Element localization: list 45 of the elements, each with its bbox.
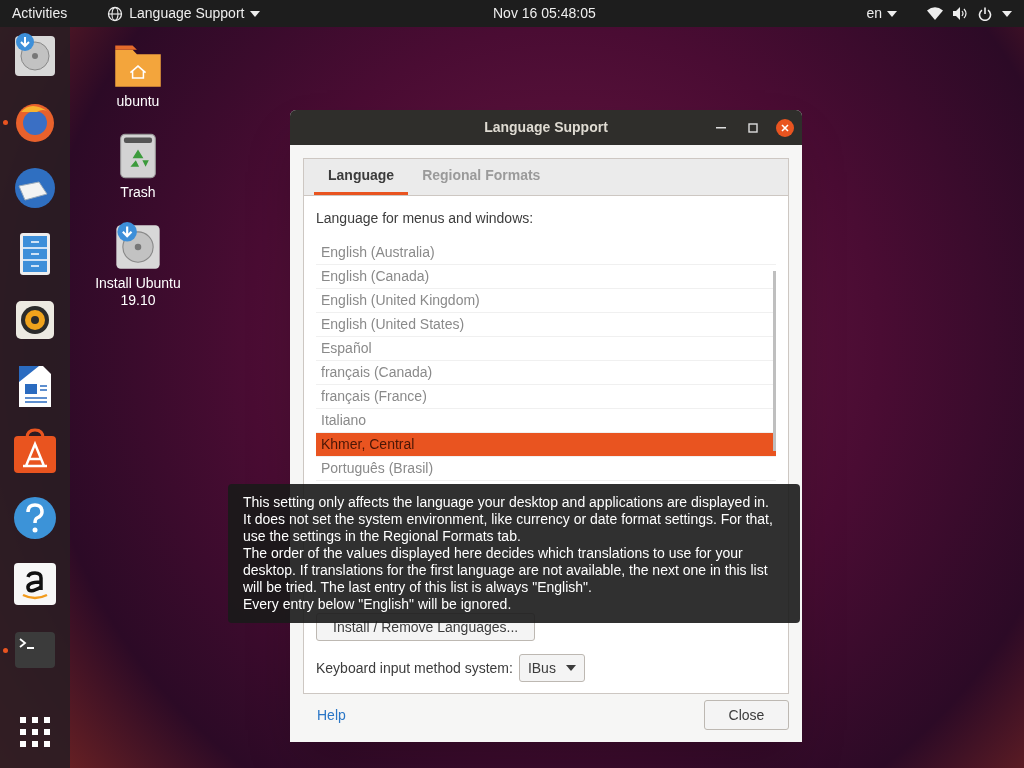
input-language-menu[interactable]: en	[866, 3, 897, 24]
activities-button[interactable]: Activities	[12, 3, 68, 24]
input-method-dropdown[interactable]: IBus	[518, 654, 585, 682]
close-window-button[interactable]	[776, 118, 794, 137]
language-item[interactable]: Español	[316, 337, 776, 361]
tooltip-text: This setting only affects the language your desktop and applications are displayed in. It does not set the system environment, like currency or date format settings. For that, use the settings in the Regional Formats tab.	[243, 494, 774, 545]
volume-icon	[953, 7, 968, 20]
language-item[interactable]: Português (Brasil)	[316, 457, 776, 481]
caret-icon	[1002, 10, 1012, 17]
clock[interactable]: Nov 16 05:48:05	[493, 3, 596, 24]
language-item[interactable]: English (United Kingdom)	[316, 289, 776, 313]
language-item[interactable]: Khmer, Central	[316, 433, 776, 457]
tab[interactable]: Language	[314, 159, 409, 195]
list-label: Language for menus and windows:	[316, 209, 535, 228]
close-icon	[781, 123, 789, 132]
caret-icon	[250, 10, 261, 17]
desktop-icon-label[interactable]: Install Ubuntu 19.10	[83, 275, 193, 309]
globe-icon	[107, 5, 124, 22]
desktop-icon-label[interactable]: ubuntu	[110, 93, 166, 110]
running-indicator	[3, 120, 8, 125]
running-indicator	[3, 648, 8, 653]
letter-a-icon	[11, 560, 59, 608]
power-icon	[978, 6, 992, 21]
desktop-icon-label[interactable]: Trash	[114, 184, 162, 201]
tooltip-text: Every entry below "English" will be ignored.	[243, 596, 513, 613]
language-item[interactable]: English (United States)	[316, 313, 776, 337]
keyboard-input-label: Keyboard input method system:	[316, 658, 513, 678]
language-item[interactable]: English (Canada)	[316, 265, 776, 289]
help-link[interactable]: Help	[303, 700, 360, 730]
language-item[interactable]: English (Australia)	[316, 241, 776, 265]
caret-icon	[887, 10, 897, 17]
close-button[interactable]: Close	[704, 700, 789, 730]
tooltip-text: The order of the values displayed here decides which translations to use for your desktop. If translations for the first language are not available, the next one in this list will be tried. The last entry of this list is always "English".	[243, 545, 769, 596]
language-item[interactable]: français (France)	[316, 385, 776, 409]
maximize-icon	[748, 122, 758, 133]
language-item[interactable]: français (Canada)	[316, 361, 776, 385]
app-menu[interactable]: Language Support	[107, 3, 261, 24]
shopping-bag-icon	[11, 428, 59, 476]
system-menu[interactable]	[927, 6, 1012, 21]
tab[interactable]: Regional Formats	[408, 159, 555, 195]
minimize-icon	[716, 126, 726, 129]
wifi-icon	[927, 7, 943, 20]
caret-icon	[565, 665, 576, 671]
question-mark-icon	[11, 494, 59, 542]
window-title: Language Support	[483, 118, 609, 137]
